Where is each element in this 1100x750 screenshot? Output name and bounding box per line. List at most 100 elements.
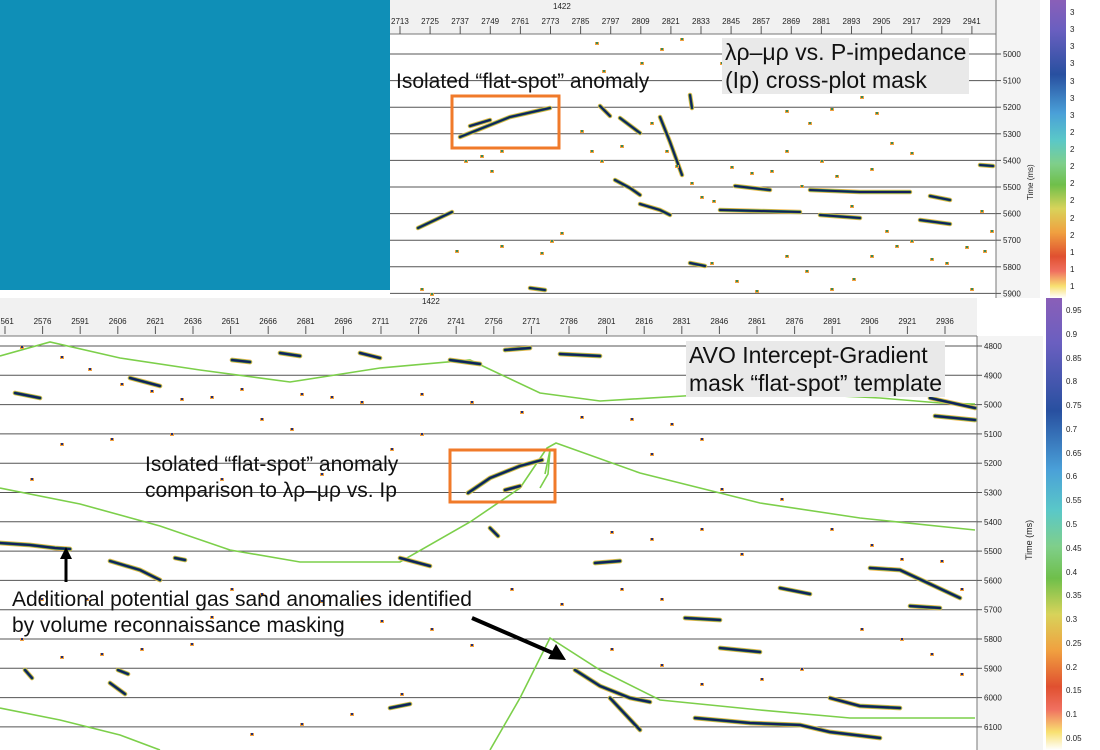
x-tick-label: 2846 (710, 317, 728, 326)
time-tick-label: 4900 (984, 371, 1002, 380)
colorbar-tick: 0.45 (1066, 543, 1082, 553)
x-tick-label: 2929 (933, 17, 951, 26)
comparison-callout-line1: Isolated “flat-spot” anomaly (145, 453, 399, 476)
colorbar-tick: 0.75 (1066, 401, 1082, 411)
x-tick-label: 2809 (632, 17, 650, 26)
time-tick-label: 5900 (984, 664, 1002, 673)
annotation-line2: by volume reconnaissance masking (12, 613, 345, 637)
colorbar-tick: 0.35 (1066, 591, 1082, 601)
annotation-line1: Additional potential gas sand anomalies … (12, 588, 472, 611)
colorbar-tick: 0.5 (1066, 520, 1078, 529)
time-tick-label: 5800 (984, 635, 1002, 644)
x-tick-label: 2857 (752, 17, 770, 26)
colorbar-tick: 0.2 (1066, 662, 1078, 672)
x-tick-label: 2821 (662, 17, 680, 26)
bottom-colorbar (1046, 298, 1062, 750)
bottom-time-axis-label: Time (ms) (1024, 520, 1034, 560)
colorbar-tick: 3 (1070, 8, 1075, 17)
colorbar-tick: 0.4 (1066, 567, 1078, 577)
x-tick-label: 2681 (297, 317, 315, 326)
x-tick-label: 2741 (447, 317, 465, 326)
x-tick-label: 2749 (481, 17, 499, 26)
x-tick-label: 2621 (146, 317, 164, 326)
x-tick-label: 2561 (0, 317, 14, 326)
colorbar-tick: 0.9 (1066, 329, 1078, 339)
time-tick-label: 5000 (1003, 50, 1021, 59)
crossplot-label-line2: (Ip) cross-plot mask (725, 67, 927, 94)
x-tick-label: 2636 (184, 317, 202, 326)
time-tick-label: 5500 (1003, 183, 1021, 192)
x-tick-label: 2725 (421, 17, 439, 26)
colorbar-tick: 2 (1070, 230, 1075, 240)
colorbar-tick: 2 (1070, 145, 1075, 154)
x-tick-label: 2696 (334, 317, 352, 326)
x-tick-label: 2666 (259, 317, 277, 326)
colorbar-tick: 0.6 (1066, 472, 1078, 482)
colorbar-tick: 1 (1070, 264, 1075, 274)
colorbar-tick: 2 (1070, 196, 1075, 206)
x-tick-label: 2891 (823, 317, 841, 326)
x-tick-label: 2881 (812, 17, 830, 26)
x-tick-label: 2606 (109, 317, 127, 326)
time-tick-label: 5400 (1003, 156, 1021, 165)
colorbar-tick: 0.85 (1066, 353, 1082, 363)
x-tick-label: 2576 (34, 317, 52, 326)
time-tick-label: 5400 (984, 518, 1002, 527)
x-tick-label: 2591 (71, 317, 89, 326)
x-tick-label: 2773 (542, 17, 560, 26)
bottom-title-marker: 1422 (422, 298, 440, 306)
time-tick-label: 5700 (984, 606, 1002, 615)
x-tick-label: 2876 (786, 317, 804, 326)
colorbar-tick: 3 (1070, 42, 1075, 52)
x-tick-label: 2786 (560, 317, 578, 326)
time-tick-label: 5500 (984, 547, 1002, 556)
flat-spot-comparison-callout: Isolated “flat-spot” anomaly comparison … (145, 452, 398, 503)
colorbar-tick: 0.15 (1066, 686, 1082, 696)
colorbar-tick: 2 (1070, 213, 1075, 223)
bottom-axis: 1422 2561 2576 2591 2606 2621 2636 2651 2666 268… (0, 298, 977, 337)
time-tick-label: 5200 (984, 459, 1002, 468)
colorbar-tick: 3 (1070, 76, 1075, 86)
colorbar-tick: 2 (1070, 179, 1075, 189)
x-tick-label: 2737 (451, 17, 469, 26)
time-tick-label: 6000 (984, 694, 1002, 703)
x-tick-label: 2869 (782, 17, 800, 26)
time-tick-label: 5600 (1003, 210, 1021, 219)
time-tick-label: 5800 (1003, 263, 1021, 272)
colorbar-tick: 3 (1070, 59, 1075, 69)
colorbar-tick: 1 (1070, 247, 1075, 257)
time-tick-label: 5000 (984, 401, 1002, 410)
crossplot-mask-label: λρ–μρ vs. P-impedance (Ip) cross-plot ma… (722, 38, 970, 95)
x-tick-label: 2941 (963, 17, 981, 26)
colorbar-tick: 2 (1070, 162, 1075, 172)
colorbar-tick: 0.1 (1066, 710, 1078, 720)
x-tick-label: 2831 (673, 317, 691, 326)
x-tick-label: 2713 (391, 17, 409, 26)
time-tick-label: 5600 (984, 576, 1002, 585)
x-tick-label: 2845 (722, 17, 740, 26)
colorbar-tick: 2 (1070, 127, 1075, 137)
time-tick-label: 4800 (984, 342, 1002, 351)
time-tick-label: 5100 (1003, 77, 1021, 86)
avo-mask-label: AVO Intercept-Gradient mask “flat-spot” … (686, 341, 946, 398)
x-tick-label: 2651 (222, 317, 240, 326)
x-tick-label: 2726 (410, 317, 428, 326)
bottom-time-axis: 4800 4900 5000 5100 5200 5300 5400 5500 5600 5700… (976, 336, 1043, 750)
top-colorbar-ticks: 3 3 3 3 3 3 3 2 2 2 2 2 2 2 1 1 1 (1068, 0, 1098, 298)
x-tick-label: 2816 (635, 317, 653, 326)
x-tick-label: 2833 (692, 17, 710, 26)
x-tick-label: 2893 (843, 17, 861, 26)
x-tick-label: 2771 (522, 317, 540, 326)
colorbar-tick: 1 (1070, 282, 1075, 291)
x-tick-label: 2917 (903, 17, 921, 26)
top-axis: 1422 2713 2725 2737 2749 2761 2773 2785 2797 280… (390, 0, 996, 35)
colorbar-tick: 0.95 (1066, 306, 1082, 315)
x-tick-label: 2936 (936, 317, 954, 326)
colorbar-tick: 3 (1070, 25, 1075, 35)
colorbar-tick: 0.55 (1066, 496, 1082, 506)
x-tick-label: 2756 (485, 317, 503, 326)
teal-background (0, 0, 390, 290)
bottom-colorbar-ticks: 0.95 0.9 0.85 0.8 0.75 0.7 0.65 0.6 0.55 0.5 0.45 0… (1064, 298, 1100, 750)
crossplot-label-line1: λρ–μρ vs. P-impedance (725, 39, 967, 65)
top-time-axis-label: Time (ms) (1026, 164, 1035, 200)
